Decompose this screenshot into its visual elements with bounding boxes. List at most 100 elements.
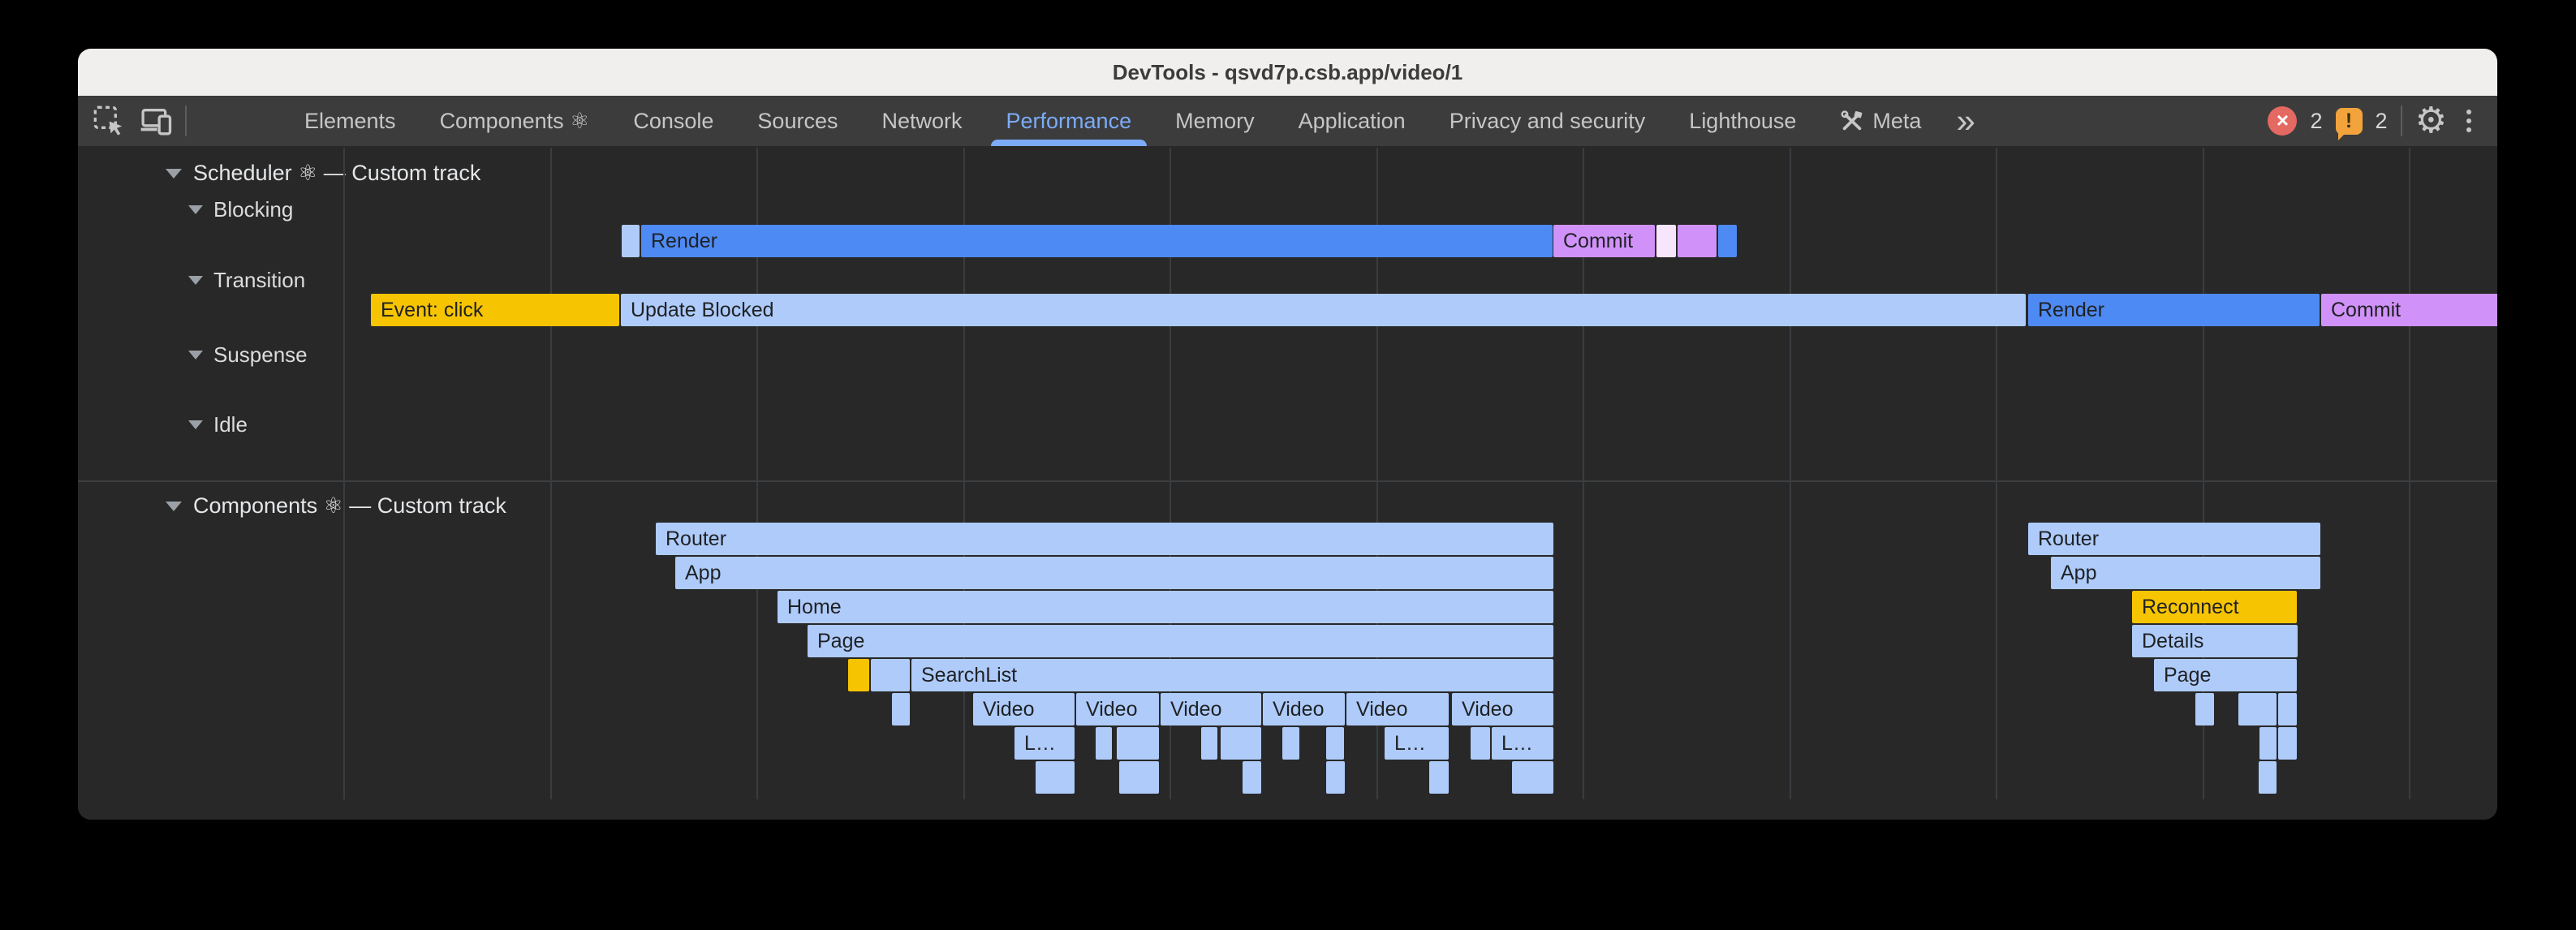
tab-sources[interactable]: Sources <box>735 96 859 146</box>
lane-transition[interactable]: Transition <box>188 268 305 293</box>
devtools-window: DevTools - qsvd7p.csb.app/video/1 Elemen… <box>78 49 2497 820</box>
flame-bar[interactable] <box>1656 225 1676 257</box>
flame-bar-home[interactable]: Home <box>778 591 1553 623</box>
flame-bar[interactable] <box>1036 761 1075 794</box>
flame-bar-video[interactable]: Video <box>1452 693 1553 725</box>
flame-bar[interactable] <box>2195 693 2214 725</box>
gridline <box>550 148 552 799</box>
flame-bar[interactable] <box>2278 727 2297 760</box>
panel-tabs: Elements Components ⚛ Console Sources Ne… <box>282 96 1988 146</box>
flame-bar[interactable] <box>2259 727 2277 760</box>
flame-bar-video[interactable]: Video <box>1161 693 1261 725</box>
collapse-triangle-icon[interactable] <box>188 205 203 214</box>
lane-blocking[interactable]: Blocking <box>188 197 293 222</box>
flame-bar-router[interactable]: Router <box>2028 523 2320 555</box>
flame-bar-render[interactable]: Render <box>2028 294 2320 326</box>
tab-network[interactable]: Network <box>859 96 984 146</box>
flame-bar[interactable] <box>1201 727 1217 760</box>
tab-elements[interactable]: Elements <box>282 96 418 146</box>
flame-bar-l-[interactable]: L… <box>1385 727 1449 760</box>
tab-application[interactable]: Application <box>1277 96 1428 146</box>
collapse-triangle-icon[interactable] <box>188 276 203 285</box>
gridline <box>2409 148 2410 799</box>
components-track-header[interactable]: Components ⚛ — Custom track <box>166 493 506 519</box>
flame-bar-l-[interactable]: L… <box>1014 727 1075 760</box>
gridline <box>1790 148 1791 799</box>
toggle-device-toolbar-button[interactable] <box>138 103 174 139</box>
flame-bar-router[interactable]: Router <box>656 523 1553 555</box>
flame-bar-details[interactable]: Details <box>2132 625 2298 657</box>
error-count[interactable]: 2 <box>2310 109 2322 134</box>
warning-count[interactable]: 2 <box>2376 109 2388 134</box>
flame-bar-reconnect[interactable]: Reconnect <box>2132 591 2297 623</box>
flame-bar-l-[interactable]: L… <box>1492 727 1553 760</box>
flame-bar-video[interactable]: Video <box>973 693 1075 725</box>
gridline <box>343 148 345 799</box>
track-divider <box>78 480 2497 482</box>
device-toolbar-icon <box>140 105 172 137</box>
gridline <box>1996 148 1997 799</box>
settings-gear-icon[interactable]: ⚙ <box>2415 96 2447 146</box>
tab-performance[interactable]: Performance <box>984 96 1154 146</box>
collapse-triangle-icon[interactable] <box>188 351 203 360</box>
flame-bar[interactable] <box>1096 727 1112 760</box>
scheduler-track-header[interactable]: Scheduler ⚛ — Custom track <box>166 161 480 186</box>
flame-bar[interactable] <box>2278 693 2297 725</box>
toolbar-separator <box>2401 105 2402 136</box>
flame-bar-render[interactable]: Render <box>641 225 1553 257</box>
performance-timeline: Scheduler ⚛ — Custom track Blocking Tran… <box>78 146 2497 820</box>
flame-bar-app[interactable]: App <box>675 557 1553 589</box>
flame-bar-event-click[interactable]: Event: click <box>371 294 619 326</box>
flame-bar-commit[interactable]: Commit <box>1553 225 1655 257</box>
flame-bar[interactable] <box>848 659 869 691</box>
flame-bar[interactable] <box>1678 225 1717 257</box>
lane-idle[interactable]: Idle <box>188 412 248 437</box>
flame-bar[interactable] <box>1119 761 1159 794</box>
flame-bar-page[interactable]: Page <box>808 625 1553 657</box>
flame-bar-commit[interactable]: Commit <box>2321 294 2497 326</box>
tab-components[interactable]: Components ⚛ <box>418 96 612 146</box>
tab-privacy-and-security[interactable]: Privacy and security <box>1428 96 1668 146</box>
flame-bar[interactable] <box>1326 761 1345 794</box>
toolbar-separator <box>185 105 187 136</box>
inspect-element-button[interactable] <box>91 103 127 139</box>
more-options-menu-icon[interactable] <box>2460 110 2478 132</box>
devtools-tab-bar: Elements Components ⚛ Console Sources Ne… <box>78 96 2497 146</box>
warning-badge-icon[interactable]: ! <box>2336 108 2363 135</box>
tools-icon <box>1840 109 1864 133</box>
flame-bar[interactable] <box>1243 761 1261 794</box>
flame-bar-update-blocked[interactable]: Update Blocked <box>621 294 2026 326</box>
flame-bar[interactable] <box>1429 761 1449 794</box>
window-title: DevTools - qsvd7p.csb.app/video/1 <box>78 49 2497 96</box>
flame-bar[interactable] <box>892 693 910 725</box>
flame-bar-page[interactable]: Page <box>2154 659 2297 691</box>
tab-memory[interactable]: Memory <box>1153 96 1277 146</box>
flame-bar-searchlist[interactable]: SearchList <box>911 659 1553 691</box>
flame-bar[interactable] <box>871 659 910 691</box>
flame-bar[interactable] <box>1221 727 1261 760</box>
flame-bar[interactable] <box>1512 761 1553 794</box>
title-bar: DevTools - qsvd7p.csb.app/video/1 <box>78 49 2497 96</box>
flame-bar-video[interactable]: Video <box>1263 693 1345 725</box>
collapse-triangle-icon[interactable] <box>166 502 182 511</box>
flame-bar[interactable] <box>1282 727 1299 760</box>
flame-bar[interactable] <box>1117 727 1159 760</box>
lane-suspense[interactable]: Suspense <box>188 342 308 368</box>
inspect-cursor-icon <box>93 105 125 137</box>
tab-lighthouse[interactable]: Lighthouse <box>1667 96 1818 146</box>
more-tabs-button[interactable]: » <box>1943 96 1988 146</box>
flame-bar[interactable] <box>2259 761 2277 794</box>
flame-bar-video[interactable]: Video <box>1076 693 1159 725</box>
collapse-triangle-icon[interactable] <box>188 420 203 429</box>
error-badge-icon[interactable]: × <box>2268 106 2297 136</box>
tab-console[interactable]: Console <box>611 96 735 146</box>
flame-bar[interactable] <box>1471 727 1490 760</box>
flame-bar[interactable] <box>622 225 640 257</box>
flame-bar-app[interactable]: App <box>2051 557 2320 589</box>
flame-bar[interactable] <box>1718 225 1737 257</box>
flame-bar[interactable] <box>1326 727 1344 760</box>
collapse-triangle-icon[interactable] <box>166 169 182 179</box>
flame-bar-video[interactable]: Video <box>1346 693 1449 725</box>
tab-meta[interactable]: Meta <box>1818 96 1943 146</box>
flame-bar[interactable] <box>2238 693 2277 725</box>
